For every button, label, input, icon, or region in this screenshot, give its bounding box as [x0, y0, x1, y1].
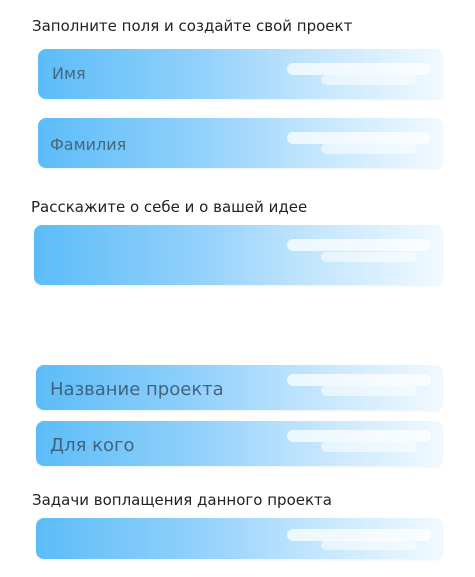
first-name-field[interactable]: Имя: [38, 49, 443, 99]
field-shine-decoration: [321, 442, 417, 452]
field-shine-decoration: [321, 252, 417, 262]
field-shine-decoration: [287, 430, 431, 442]
last-name-field[interactable]: Фамилия: [38, 118, 443, 168]
tasks-field[interactable]: [36, 518, 443, 559]
for-whom-field[interactable]: Для кого: [36, 421, 443, 466]
form-heading-create: Заполните поля и создайте свой проект: [32, 17, 353, 35]
field-shine-decoration: [321, 144, 417, 154]
last-name-placeholder: Фамилия: [50, 135, 127, 154]
field-shine-decoration: [287, 374, 431, 386]
about-textarea[interactable]: [34, 225, 443, 285]
first-name-placeholder: Имя: [52, 64, 86, 83]
field-shine-decoration: [321, 386, 417, 396]
field-shine-decoration: [321, 540, 417, 550]
for-whom-placeholder: Для кого: [50, 435, 135, 456]
field-shine-decoration: [287, 132, 431, 144]
field-shine-decoration: [321, 75, 417, 85]
field-shine-decoration: [287, 63, 431, 75]
project-name-field[interactable]: Название проекта: [36, 365, 443, 410]
project-name-placeholder: Название проекта: [50, 379, 224, 400]
form-heading-about: Расскажите о себе и о вашей идее: [31, 198, 308, 216]
form-heading-tasks: Задачи воплащения данного проекта: [32, 491, 332, 509]
field-shine-decoration: [287, 239, 431, 251]
